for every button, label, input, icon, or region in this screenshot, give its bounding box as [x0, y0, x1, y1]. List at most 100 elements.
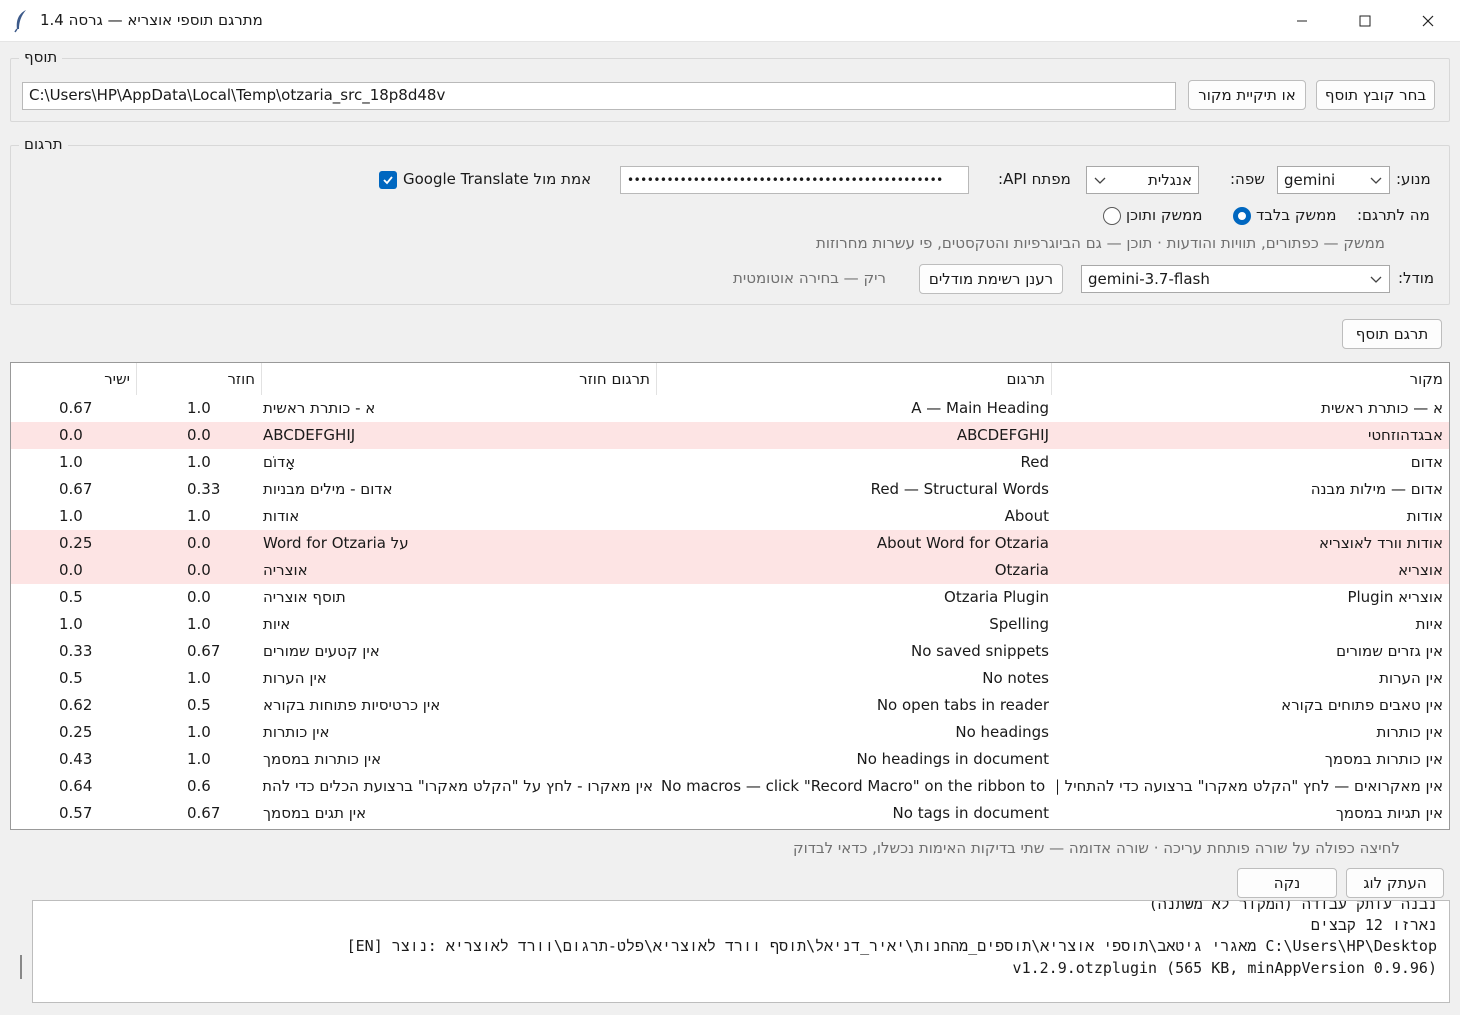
cell-back-translation: על Word for Otzaria — [263, 534, 409, 552]
cell-back-score: 0.33 — [187, 480, 221, 498]
window-title: מתרגם תוספי אוצריא — גרסה 1.4 — [40, 11, 263, 29]
verify-google-checkbox[interactable] — [379, 171, 397, 189]
cell-direct-score: 0.5 — [59, 669, 83, 687]
log-scrollbar[interactable] — [20, 955, 22, 979]
cell-back-score: 1.0 — [187, 723, 211, 741]
close-button[interactable] — [1396, 0, 1460, 42]
cell-source: אודות וורד לאוצריא — [1319, 534, 1443, 552]
cell-back-translation: אין כותרות במסמך — [263, 750, 382, 768]
chevron-down-icon — [1370, 276, 1382, 283]
table-row[interactable]: אין תגיות במסמך No tags in document אין תג… — [11, 800, 1449, 827]
cell-direct-score: 0.33 — [59, 642, 93, 660]
translate-plugin-button[interactable]: תרגם תוסף — [1342, 319, 1442, 349]
cell-source: אדום — [1410, 453, 1443, 471]
or-source-folder-button[interactable]: או תיקיית מקור — [1188, 80, 1306, 110]
close-icon — [1422, 15, 1434, 27]
cell-source: אין מאקרואים — לחץ "הקלט מאקרו" ברצועה כ… — [1057, 777, 1443, 795]
cell-source: אין גזרים שמורים — [1336, 642, 1443, 660]
cell-direct-score: 0.57 — [59, 804, 93, 822]
cell-back-score: 0.0 — [187, 534, 211, 552]
model-label: מודל: — [1398, 269, 1435, 287]
plugin-legend: תוסף — [19, 48, 63, 66]
cell-direct-score: 0.43 — [59, 750, 93, 768]
cell-back-translation: אודות — [263, 507, 300, 525]
cell-translation: Red — [1020, 453, 1050, 471]
cell-translation: No headings in document — [856, 750, 1049, 768]
cell-source: אדום — מילות מבנה — [1310, 480, 1443, 498]
what-to-translate-label: מה לתרגם: — [1357, 206, 1430, 224]
translate-scope-hint: ממשק — כפתורים, תוויות והודעות · תוכן — … — [816, 234, 1385, 252]
table-row[interactable]: אין כותרות No headings אין כותרות 1.0 0.25 — [11, 719, 1449, 746]
header-direct-score[interactable]: ישיר — [11, 363, 136, 395]
cell-back-translation: אין תגים במסמך — [263, 804, 367, 822]
cell-translation: About — [1004, 507, 1049, 525]
table-row[interactable]: אין כותרות במסמך No headings in document א… — [11, 746, 1449, 773]
language-label: שפה: — [1230, 170, 1265, 188]
cell-direct-score: 0.0 — [59, 561, 83, 579]
model-select[interactable]: gemini-3.7-flash — [1081, 265, 1390, 293]
cell-back-score: 0.67 — [187, 642, 221, 660]
api-key-input[interactable]: ••••••••••••••••••••••••••••••••••••••••… — [620, 166, 969, 194]
cell-direct-score: 0.62 — [59, 696, 93, 714]
engine-select[interactable]: gemini — [1277, 166, 1390, 194]
cell-source: אוצריא — [1398, 561, 1443, 579]
table-row[interactable]: אין מאקרואים — לחץ "הקלט מאקרו" ברצועה כ… — [11, 773, 1449, 800]
table-row[interactable]: אין הערות No notes אין הערות 1.0 0.5 — [11, 665, 1449, 692]
cell-source: א — כותרת ראשית — [1321, 399, 1443, 417]
cell-translation: No notes — [982, 669, 1049, 687]
cell-direct-score: 0.67 — [59, 399, 93, 417]
copy-log-button[interactable]: העתק לוג — [1346, 868, 1444, 898]
log-line: v1.2.9.otzplugin (565 KB, minAppVersion … — [1012, 959, 1437, 977]
model-value: gemini-3.7-flash — [1088, 270, 1210, 288]
cell-source: אין כותרות במסמך — [1324, 750, 1443, 768]
table-row[interactable]: אין גזרים שמורים No saved snippets אין קטע… — [11, 638, 1449, 665]
log-line: נארזו 12 קבצים — [1310, 916, 1437, 934]
cell-direct-score: 1.0 — [59, 615, 83, 633]
table-row[interactable]: אין טאבים פתוחים בקורא No open tabs in re… — [11, 692, 1449, 719]
option-ui-only-radio[interactable] — [1233, 207, 1251, 225]
table-row[interactable]: אבגדהוזחטי ABCDEFGHIJ ABCDEFGHIJ 0.0 0.0 — [11, 422, 1449, 449]
cell-translation: Red — Structural Words — [870, 480, 1049, 498]
maximize-button[interactable] — [1333, 0, 1397, 42]
table-row[interactable]: אדום Red אָדוֹם 1.0 1.0 — [11, 449, 1449, 476]
table-row[interactable]: אודות וורד לאוצריא About Word for Otzaria… — [11, 530, 1449, 557]
cell-translation: Otzaria Plugin — [944, 588, 1049, 606]
header-back-translation[interactable]: תרגום חוזר — [261, 363, 656, 395]
clear-log-button[interactable]: נקה — [1237, 868, 1337, 898]
cell-source: אין הערות — [1379, 669, 1443, 687]
option-ui-only-label[interactable]: ממשק בלבד — [1256, 206, 1336, 224]
language-value: אנגלית — [1148, 171, 1192, 189]
option-ui-and-content-label[interactable]: ממשק ותוכן — [1126, 206, 1202, 224]
cell-translation: No macros — click "Record Macro" on the … — [661, 777, 1049, 795]
refresh-models-button[interactable]: רענן רשימת מודלים — [919, 264, 1063, 294]
table-row[interactable]: אודות About אודות 1.0 1.0 — [11, 503, 1449, 530]
table-row[interactable]: א — כותרת ראשית A — Main Heading א - כותרת… — [11, 395, 1449, 422]
verify-google-label[interactable]: אמת מול Google Translate — [403, 170, 591, 188]
table-row[interactable]: אדום — מילות מבנה Red — Structural Words א… — [11, 476, 1449, 503]
results-table[interactable]: מקור תרגום תרגום חוזר חוזר ישיר א — כותר… — [10, 362, 1450, 830]
table-row[interactable]: איות Spelling איות 1.0 1.0 — [11, 611, 1449, 638]
header-back-score[interactable]: חוזר — [136, 363, 261, 395]
log-output: נבנה עותק עבודה (המקור לא משתנה) נארזו 1… — [32, 900, 1450, 1003]
header-translation[interactable]: תרגום — [656, 363, 1051, 395]
cell-source: אין תגיות במסמך — [1335, 804, 1443, 822]
language-select[interactable]: אנגלית — [1086, 166, 1199, 194]
choose-plugin-file-button[interactable]: בחר קובץ תוסף — [1316, 80, 1435, 110]
log-line: [EN] מאגרי גיטאב\תוספי אוצריא\תוספים_מהח… — [346, 937, 1437, 955]
cell-translation: Spelling — [989, 615, 1049, 633]
cell-source: אבגדהוזחטי — [1367, 426, 1443, 444]
table-row[interactable]: אוצריא Plugin Otzaria Plugin תוסף אוצריה 0.… — [11, 584, 1449, 611]
api-key-label: מפתח API: — [998, 170, 1071, 188]
table-hint: לחיצה כפולה על שורה פותחת עריכה · שורה א… — [793, 839, 1400, 857]
cell-back-score: 0.6 — [187, 777, 211, 795]
cell-direct-score: 0.64 — [59, 777, 93, 795]
cell-back-score: 1.0 — [187, 399, 211, 417]
translate-legend: תרגום — [19, 135, 68, 153]
plugin-path-input[interactable]: C:\Users\HP\AppData\Local\Temp\otzaria_s… — [22, 82, 1176, 110]
minimize-button[interactable] — [1270, 0, 1334, 42]
header-source[interactable]: מקור — [1051, 363, 1449, 395]
table-row[interactable]: אוצריא Otzaria אוצריה 0.0 0.0 — [11, 557, 1449, 584]
cell-translation: Otzaria — [994, 561, 1049, 579]
option-ui-and-content-radio[interactable] — [1103, 207, 1121, 225]
cell-back-translation: אין הערות — [263, 669, 327, 687]
